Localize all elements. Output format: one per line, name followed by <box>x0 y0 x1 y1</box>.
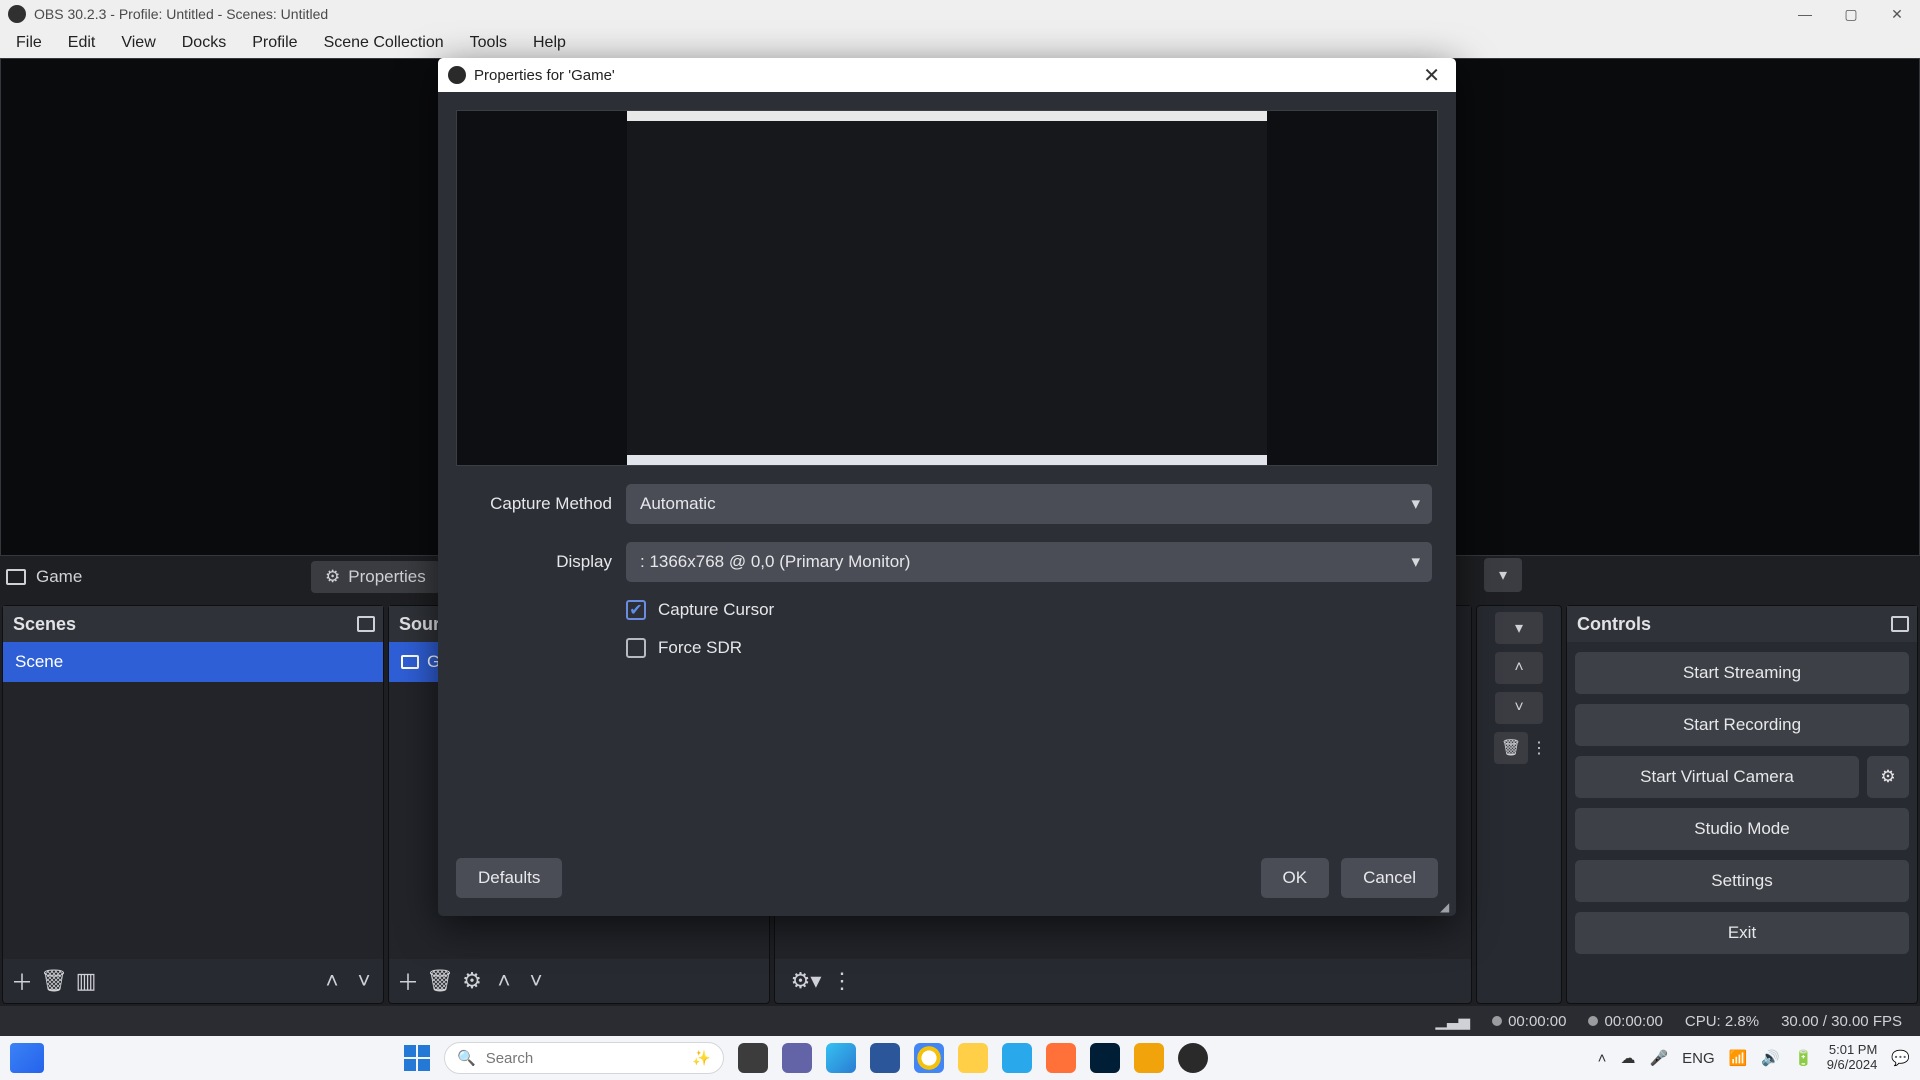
capture-method-value: Automatic <box>640 494 716 514</box>
force-sdr-row[interactable]: Force SDR <box>626 638 1432 658</box>
modal-backdrop: Properties for 'Game' ✕ Capture Method A… <box>0 0 1920 1080</box>
preview-thumbnail <box>627 111 1267 465</box>
capture-cursor-label: Capture Cursor <box>658 600 774 620</box>
preview-thumbnail-top <box>627 111 1267 121</box>
cancel-button[interactable]: Cancel <box>1341 858 1438 898</box>
properties-form: Capture Method Automatic ▾ Display : 136… <box>438 474 1456 668</box>
obs-logo-icon <box>448 66 466 84</box>
capture-method-select[interactable]: Automatic ▾ <box>626 484 1432 524</box>
defaults-button[interactable]: Defaults <box>456 858 562 898</box>
properties-dialog: Properties for 'Game' ✕ Capture Method A… <box>438 58 1456 916</box>
capture-method-label: Capture Method <box>462 494 612 514</box>
ok-button[interactable]: OK <box>1261 858 1330 898</box>
force-sdr-checkbox[interactable] <box>626 638 646 658</box>
dialog-titlebar[interactable]: Properties for 'Game' ✕ <box>438 58 1456 92</box>
preview-thumbnail-bottom <box>627 455 1267 465</box>
dialog-title: Properties for 'Game' <box>474 67 615 84</box>
dialog-footer: Defaults OK Cancel <box>438 854 1456 916</box>
capture-cursor-checkbox[interactable]: ✔ <box>626 600 646 620</box>
chevron-down-icon: ▾ <box>1411 494 1420 514</box>
display-value: : 1366x768 @ 0,0 (Primary Monitor) <box>640 552 910 572</box>
force-sdr-label: Force SDR <box>658 638 742 658</box>
source-preview <box>456 110 1438 466</box>
display-label: Display <box>462 552 612 572</box>
dialog-close-button[interactable]: ✕ <box>1417 63 1446 88</box>
chevron-down-icon: ▾ <box>1411 552 1420 572</box>
capture-cursor-row[interactable]: ✔ Capture Cursor <box>626 600 1432 620</box>
resize-grip-icon[interactable]: ◢ <box>1440 900 1452 912</box>
display-select[interactable]: : 1366x768 @ 0,0 (Primary Monitor) ▾ <box>626 542 1432 582</box>
